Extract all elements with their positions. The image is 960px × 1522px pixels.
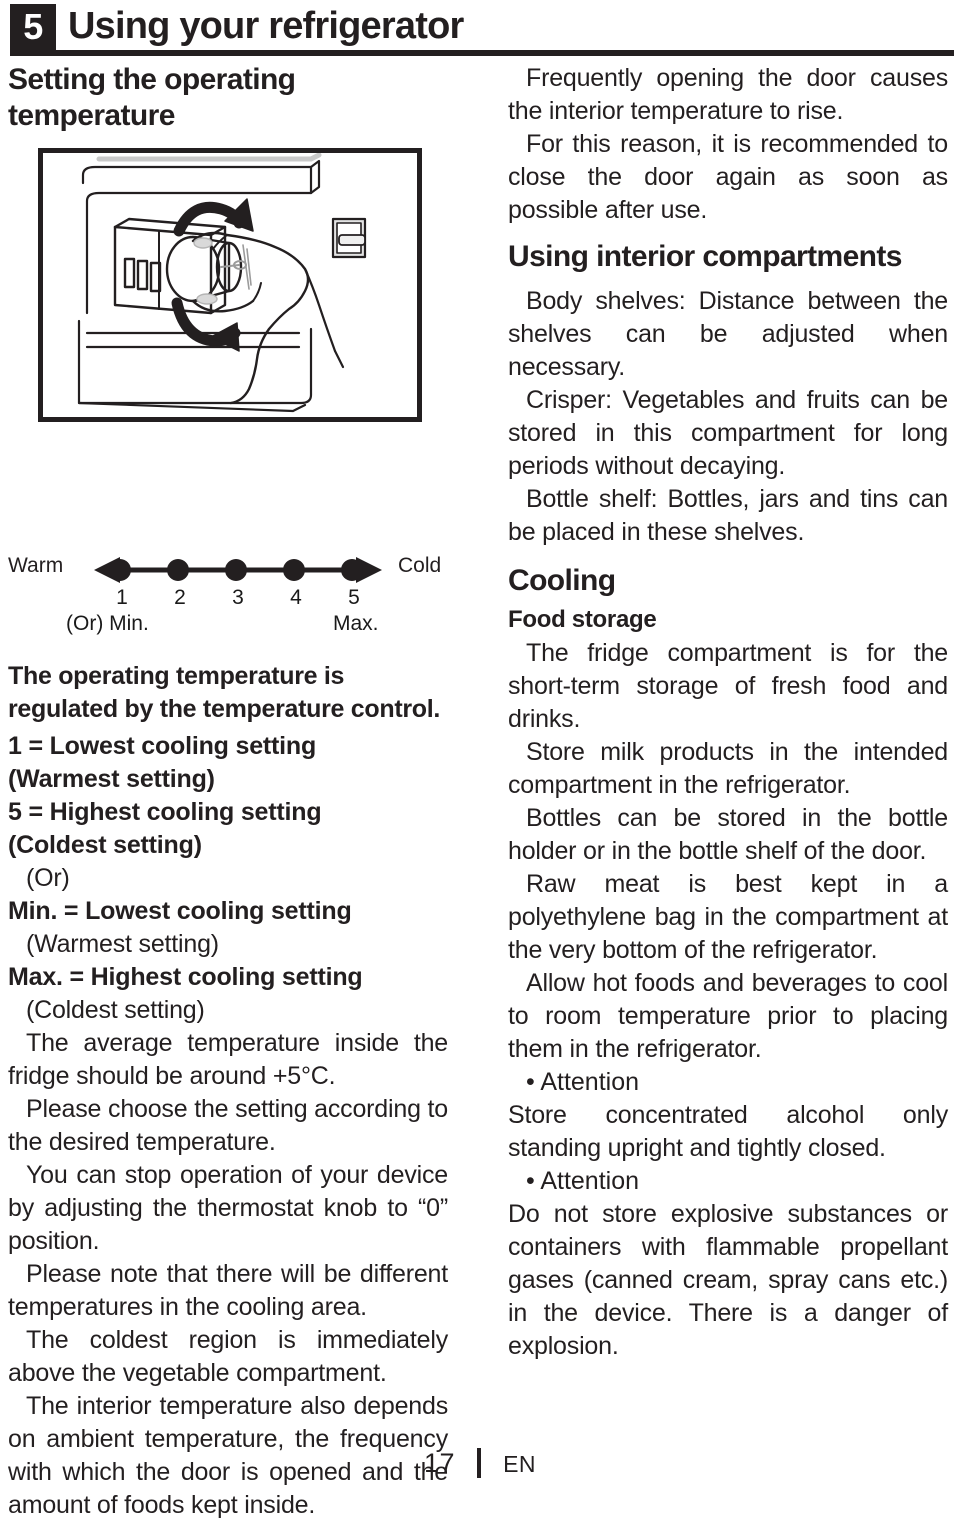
header-divider-rule (10, 50, 954, 56)
right-column: Frequently opening the door causes the i… (508, 62, 948, 1363)
chapter-title: Using your refrigerator (68, 5, 464, 47)
definition-item: Min. = Lowest cooling setting (8, 897, 352, 925)
paragraph: You can stop operation of your device by… (8, 1161, 448, 1255)
page-footer: 17 EN (0, 1448, 960, 1479)
paragraph: Please note that there will be different… (8, 1260, 448, 1321)
paragraph: Bottle shelf: Bottles, jars and tins can… (508, 485, 948, 546)
setting-definitions-list: 1 = Lowest cooling setting (Warmest sett… (8, 730, 448, 1027)
definition-item: (Coldest setting) (8, 831, 202, 859)
paragraph: Please choose the setting according to t… (8, 1095, 448, 1156)
definition-item: (Coldest setting) (26, 996, 205, 1024)
footer-divider (477, 1448, 482, 1478)
subsection-heading-food-storage: Food storage (508, 606, 657, 633)
scale-label-warm: Warm (8, 554, 64, 577)
paragraph: The coldest region is immediately above … (8, 1326, 448, 1387)
paragraph: For this reason, it is recommended to cl… (508, 130, 948, 224)
attention-text: Do not store explosive substances or con… (508, 1200, 948, 1360)
scale-tick-label: 2 (174, 586, 186, 609)
page-number: 17 (423, 1448, 456, 1478)
paragraph: The average temperature inside the fridg… (8, 1029, 448, 1090)
scale-label-min: (Or) Min. (66, 612, 149, 635)
definition-item: 5 = Highest cooling setting (8, 798, 322, 826)
section-heading-setting-operating-temperature: Setting the operating temperature (8, 63, 296, 132)
paragraph: Body shelves: Distance between the shelv… (508, 287, 948, 381)
scale-tick-label: 4 (290, 586, 302, 609)
temperature-scale-diagram: Warm Cold 1 2 3 4 5 (Or) Min. Max. (8, 548, 448, 640)
scale-label-max: Max. (333, 612, 379, 635)
chapter-header: 5 Using your refrigerator (10, 4, 954, 54)
paragraph: Frequently opening the door causes the i… (508, 64, 948, 125)
section-heading-using-interior-compartments: Using interior compartments (508, 240, 902, 273)
paragraph: Bottles can be stored in the bottle hold… (508, 804, 948, 865)
scale-tick-label: 1 (116, 586, 128, 609)
lead-bold-statement: The operating temperature is regulated b… (8, 662, 441, 723)
attention-bullet: • Attention (526, 1167, 640, 1195)
attention-text: Store concentrated alcohol only standing… (508, 1101, 948, 1162)
definition-item: Max. = Highest cooling setting (8, 963, 363, 991)
definition-item: 1 = Lowest cooling setting (8, 732, 317, 760)
scale-tick-label: 5 (348, 586, 360, 609)
definition-item: (Warmest setting) (26, 930, 219, 958)
chapter-number-badge: 5 (10, 4, 56, 50)
scale-label-cold: Cold (398, 554, 442, 577)
paragraph: Raw meat is best kept in a polyethylene … (508, 870, 948, 964)
scale-tick-label: 3 (232, 586, 244, 609)
language-code: EN (503, 1451, 537, 1477)
definition-item: (Warmest setting) (8, 765, 215, 793)
paragraph: Crisper: Vegetables and fruits can be st… (508, 386, 948, 480)
paragraph: Allow hot foods and beverages to cool to… (508, 969, 948, 1063)
attention-bullet: • Attention (526, 1068, 640, 1096)
paragraph: Store milk products in the intended comp… (508, 738, 948, 799)
section-heading-cooling: Cooling (508, 564, 616, 597)
paragraph: The fridge compartment is for the short-… (508, 639, 948, 733)
definition-item: (Or) (26, 864, 70, 892)
thermostat-knob-illustration (38, 148, 422, 422)
